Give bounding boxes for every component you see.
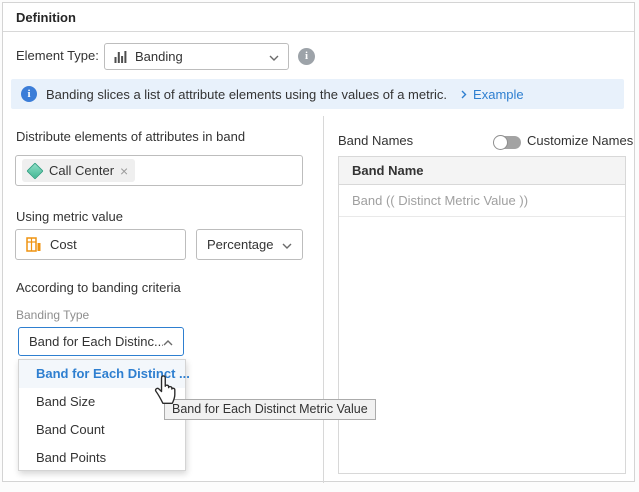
metric-icon xyxy=(26,237,42,252)
example-link[interactable]: Example xyxy=(461,87,524,102)
attributes-section-label: Distribute elements of attributes in ban… xyxy=(16,129,245,144)
attributes-input[interactable]: Call Center × xyxy=(15,155,303,186)
band-names-label: Band Names xyxy=(338,133,413,148)
metric-value: Cost xyxy=(50,237,175,252)
chevron-down-icon xyxy=(269,49,279,64)
attribute-diamond-icon xyxy=(27,162,44,179)
tooltip: Band for Each Distinct Metric Value xyxy=(164,399,376,420)
chevron-up-icon xyxy=(163,334,173,349)
bar-chart-icon xyxy=(114,50,128,63)
element-type-label: Element Type: xyxy=(16,43,99,69)
value-type-value: Percentage xyxy=(207,237,282,252)
value-type-select[interactable]: Percentage xyxy=(196,229,303,260)
attribute-chip[interactable]: Call Center × xyxy=(22,159,135,182)
banding-type-value: Band for Each Distinc... xyxy=(29,334,163,349)
criteria-section-label: According to banding criteria xyxy=(16,280,181,295)
element-type-info-icon[interactable]: i xyxy=(298,48,315,65)
toggle-knob xyxy=(493,135,508,150)
info-icon: i xyxy=(21,86,37,102)
banding-type-select[interactable]: Band for Each Distinc... xyxy=(18,327,184,356)
menu-item-band-count[interactable]: Band Count xyxy=(19,416,185,444)
table-header-band-name: Band Name xyxy=(339,157,625,185)
chevron-right-icon xyxy=(461,90,467,99)
banding-type-label: Banding Type xyxy=(16,308,89,322)
attribute-chip-label: Call Center xyxy=(49,163,114,178)
column-divider xyxy=(323,116,324,483)
example-link-label: Example xyxy=(473,87,524,102)
metric-section-label: Using metric value xyxy=(16,209,123,224)
metric-field[interactable]: Cost xyxy=(15,229,186,260)
remove-chip-icon[interactable]: × xyxy=(120,164,128,178)
menu-item-band-points[interactable]: Band Points xyxy=(19,444,185,472)
panel-title: Definition xyxy=(3,3,634,32)
banner-text: Banding slices a list of attribute eleme… xyxy=(46,87,447,102)
element-type-select[interactable]: Banding xyxy=(104,43,289,70)
table-row[interactable]: Band (( Distinct Metric Value )) xyxy=(339,185,625,217)
customize-names-toggle[interactable] xyxy=(494,136,521,149)
customize-names-label: Customize Names xyxy=(527,133,633,148)
element-type-value: Banding xyxy=(135,49,269,64)
info-banner: i Banding slices a list of attribute ele… xyxy=(11,79,624,109)
definition-panel: Definition Element Type: Banding i i Ban… xyxy=(2,2,635,482)
band-names-table: Band Name Band (( Distinct Metric Value … xyxy=(338,156,626,474)
hand-cursor-icon xyxy=(151,371,181,412)
chevron-down-icon xyxy=(282,237,292,252)
